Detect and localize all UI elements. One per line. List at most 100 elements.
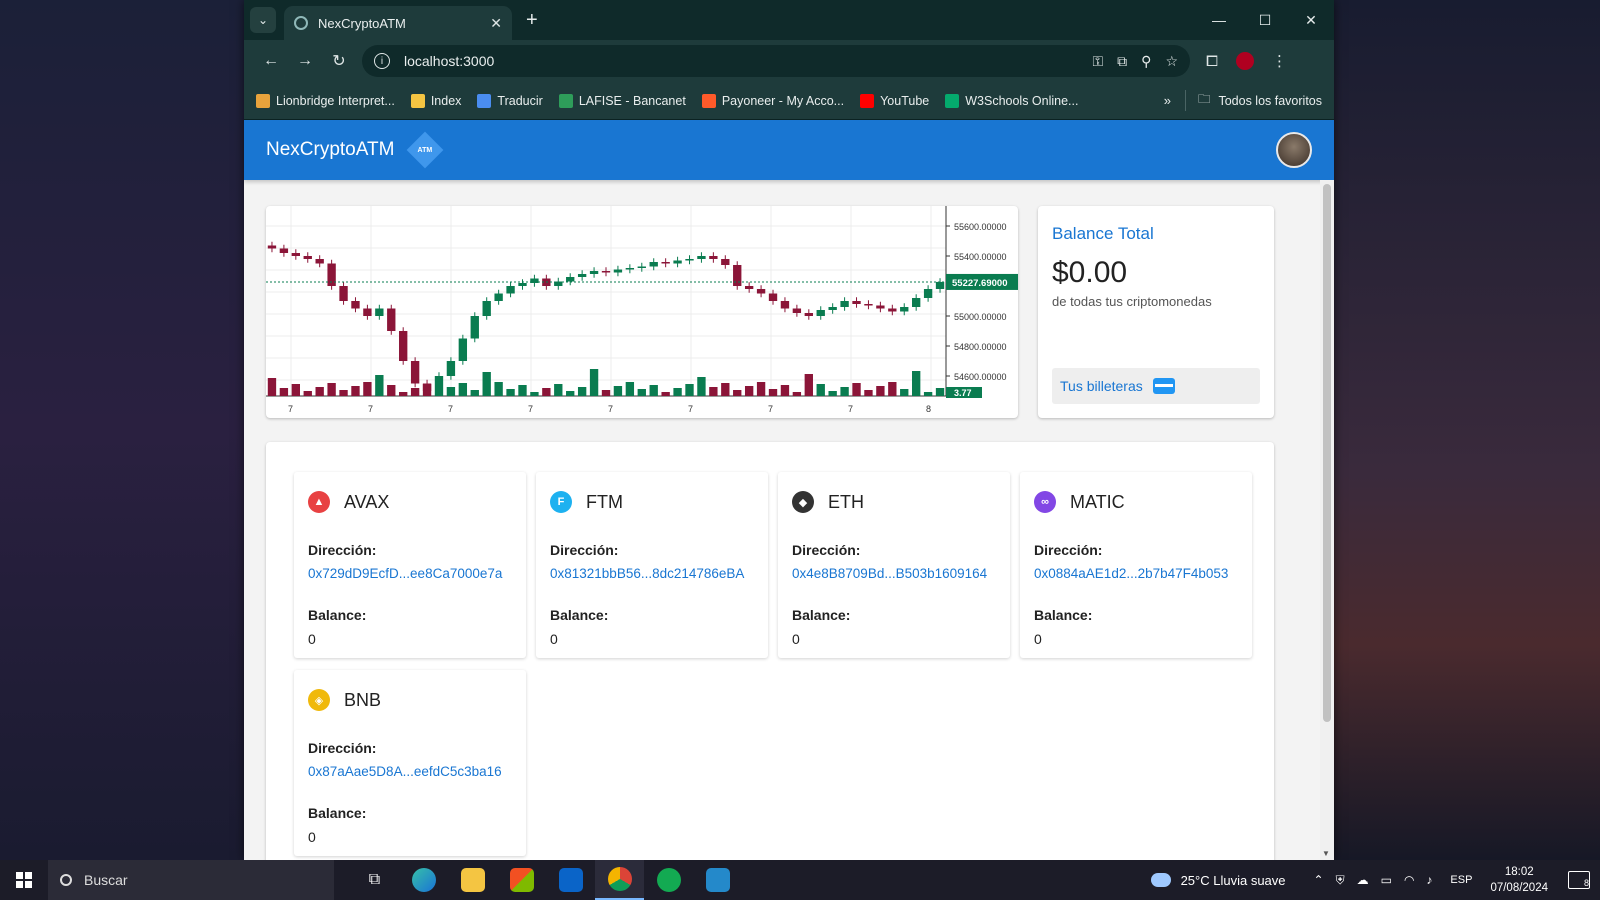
minimize-icon[interactable]: — — [1196, 0, 1242, 40]
wallet-card-eth[interactable]: ◆ ETH Dirección: 0x4e8B8709Bd...B503b160916… — [778, 472, 1010, 658]
candle-body — [721, 259, 730, 265]
wallet-balance: 0 — [1034, 631, 1042, 647]
bookmark-item[interactable]: W3Schools Online... — [945, 93, 1078, 108]
profile-icon[interactable] — [1236, 52, 1255, 70]
start-button[interactable] — [0, 872, 48, 888]
tab-search-button[interactable]: ⌄ — [250, 7, 276, 33]
volume-bar — [721, 383, 730, 396]
browser-toolbar: ← → ↻ i localhost:3000 ⚿ ⧉ ⚲ ☆ ⧠ ⋮ — [244, 40, 1334, 82]
wallet-header: ◆ ETH — [792, 488, 996, 516]
price-chart[interactable]: 55600.00000 55400.00000 55000.00000 54800.0… — [266, 206, 1018, 418]
candle-body — [780, 301, 790, 309]
clock-date: 07/08/2024 — [1490, 882, 1548, 894]
weather-widget[interactable]: 25°C Lluvia suave — [1150, 873, 1286, 888]
bookmark-item[interactable]: Index — [410, 93, 461, 108]
wifi-icon[interactable]: ◠ — [1404, 873, 1414, 888]
mongodb-icon[interactable] — [644, 860, 693, 900]
volume-bar — [577, 387, 587, 396]
onedrive-icon[interactable]: ☁ — [1357, 873, 1369, 888]
meet-icon[interactable]: ▭ — [1381, 873, 1392, 888]
store-icon[interactable] — [497, 860, 546, 900]
clock[interactable]: 18:02 07/08/2024 — [1490, 864, 1548, 896]
page-viewport: NexCryptoATM ATM 55600.00000 55400.00000 5… — [244, 120, 1334, 860]
volume-bar — [351, 386, 360, 396]
language-indicator[interactable]: ESP — [1450, 874, 1472, 886]
scrollbar-thumb[interactable] — [1323, 184, 1331, 722]
bookmark-favicon-icon — [945, 93, 960, 108]
site-info-icon[interactable]: i — [374, 53, 390, 69]
volume-bar — [494, 382, 503, 396]
close-window-icon[interactable]: ✕ — [1288, 0, 1334, 40]
address-bar[interactable]: i localhost:3000 ⚿ ⧉ ⚲ ☆ — [362, 45, 1190, 77]
bookmark-item[interactable]: LAFISE - Bancanet — [558, 93, 686, 108]
wallet-card-ftm[interactable]: F FTM Dirección: 0x81321bbB56...8dc214786eB… — [536, 472, 768, 658]
wallet-card-matic[interactable]: ∞ MATIC Dirección: 0x0884aAE1d2...2b7b47F4b… — [1020, 472, 1252, 658]
volume-bar — [816, 384, 825, 396]
outlook-icon[interactable] — [546, 860, 595, 900]
bookmark-label: Traducir — [497, 93, 543, 108]
wallet-card-avax[interactable]: ▲ AVAX Dirección: 0x729dD9EcfD...ee8Ca7000e… — [294, 472, 526, 658]
tab-active[interactable]: NexCryptoATM ✕ — [284, 6, 512, 40]
zoom-icon[interactable]: ⚲ — [1141, 53, 1151, 70]
file-explorer-icon[interactable] — [448, 860, 497, 900]
wallet-address-link[interactable]: 0x81321bbB56...8dc214786eBA — [550, 566, 754, 581]
bookmark-item[interactable]: Lionbridge Interpret... — [256, 93, 395, 108]
back-arrow-icon[interactable]: ← — [254, 52, 288, 70]
wallet-address-link[interactable]: 0x729dD9EcfD...ee8Ca7000e7a — [308, 566, 512, 581]
bookmark-item[interactable]: Payoneer - My Acco... — [701, 93, 844, 108]
install-app-icon[interactable]: ⧉ — [1117, 53, 1127, 70]
bookmark-star-icon[interactable]: ☆ — [1165, 53, 1178, 70]
wallet-symbol: BNB — [344, 689, 382, 710]
volume-bar — [756, 382, 766, 396]
bookmark-label: LAFISE - Bancanet — [578, 93, 686, 108]
candle-body — [601, 271, 611, 273]
candle-body — [470, 316, 479, 339]
wallet-address-link[interactable]: 0x0884aAE1d2...2b7b47F4b053 — [1034, 566, 1238, 581]
bookmark-item[interactable]: YouTube — [860, 93, 929, 108]
candle-body — [446, 361, 456, 376]
candlestick-chart[interactable]: 55600.00000 55400.00000 55000.00000 54800.0… — [266, 206, 1018, 418]
task-view-icon[interactable]: ⧉ — [350, 860, 399, 900]
wallets-button[interactable]: Tus billeteras — [1052, 368, 1260, 404]
clock-time: 18:02 — [1504, 866, 1534, 878]
wallet-address-link[interactable]: 0x87aAae5D8A...eefdC5c3ba16 — [308, 764, 512, 779]
wallet-address-link[interactable]: 0x4e8B8709Bd...B503b1609164 — [792, 566, 996, 581]
vscode-icon[interactable] — [693, 860, 742, 900]
volume-bar — [327, 383, 336, 396]
chevron-up-icon[interactable]: ⌃ — [1314, 873, 1324, 888]
avatar[interactable] — [1276, 132, 1312, 168]
defender-icon[interactable]: ⛨ — [1336, 873, 1345, 888]
reload-icon[interactable]: ↻ — [322, 51, 356, 71]
bookmark-favicon-icon — [860, 93, 875, 108]
chrome-icon[interactable] — [595, 860, 644, 900]
y-tick-label: 54600.00000 — [954, 372, 1007, 382]
volume-icon[interactable]: ♪ — [1426, 873, 1432, 888]
taskbar-search[interactable]: Buscar — [48, 860, 334, 900]
maximize-icon[interactable]: ☐ — [1242, 0, 1288, 40]
page-scrollbar[interactable]: ▼ — [1320, 180, 1334, 860]
bookmark-favicon-icon — [558, 93, 573, 108]
candle-body — [279, 248, 289, 253]
all-bookmarks-folder[interactable]: 🗀 Todos los favoritos — [1184, 90, 1322, 111]
candle-body — [900, 307, 909, 312]
scroll-down-icon[interactable]: ▼ — [1322, 849, 1330, 858]
forward-arrow-icon[interactable]: → — [288, 52, 322, 70]
notifications-icon[interactable]: 8 — [1568, 871, 1590, 889]
extensions-puzzle-icon[interactable]: ⧠ — [1206, 53, 1218, 70]
new-tab-button[interactable]: + — [526, 9, 538, 32]
balance-title: Balance Total — [1052, 224, 1154, 243]
menu-kebab-icon[interactable]: ⋮ — [1272, 52, 1287, 70]
bookmarks-overflow-icon[interactable]: » — [1164, 93, 1171, 108]
volume-bar — [744, 386, 754, 396]
candle-body — [733, 265, 742, 286]
url-text[interactable]: localhost:3000 — [404, 53, 1093, 69]
candle-body — [852, 301, 861, 304]
bookmark-item[interactable]: Traducir — [477, 93, 543, 108]
close-icon[interactable]: ✕ — [490, 15, 502, 32]
candle-body — [697, 256, 706, 259]
app-header: NexCryptoATM ATM — [244, 120, 1334, 180]
app-title: NexCryptoATM — [266, 139, 395, 160]
edge-icon[interactable] — [399, 860, 448, 900]
password-key-icon[interactable]: ⚿ — [1093, 53, 1104, 70]
wallet-card-bnb[interactable]: ◈ BNB Dirección: 0x87aAae5D8A...eefdC5c3ba1… — [294, 670, 526, 856]
